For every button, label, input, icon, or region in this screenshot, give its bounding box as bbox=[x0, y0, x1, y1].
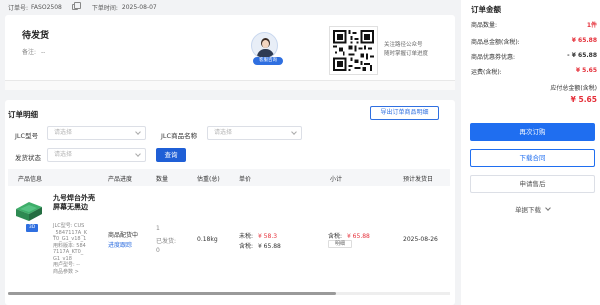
price-untaxed: 未税: ¥ 58.3 bbox=[239, 231, 277, 240]
summary-value: 1件 bbox=[586, 22, 597, 29]
product-image[interactable] bbox=[14, 197, 44, 225]
chevron-down-icon bbox=[545, 205, 551, 211]
after-sale-button[interactable]: 申请售后 bbox=[470, 175, 595, 193]
ship-status-placeholder: 请选择 bbox=[54, 151, 73, 158]
subtotal: 含税: ¥ 65.88 bbox=[328, 231, 370, 240]
copy-icon[interactable] bbox=[71, 2, 81, 10]
payable-value: ¥ 5.65 bbox=[570, 95, 597, 104]
table-header bbox=[8, 169, 450, 186]
subtotal-detail-label: 明细 bbox=[334, 241, 345, 247]
table-scrollbar[interactable] bbox=[8, 292, 450, 295]
summary-row-quantity: 商品数量: 1件 bbox=[471, 20, 597, 29]
jlc-model-placeholder: 请选择 bbox=[54, 129, 73, 136]
remark-label: 备注: bbox=[22, 49, 37, 56]
qty-shipped-label: 已发货: bbox=[156, 238, 177, 245]
status-card-footer bbox=[5, 80, 455, 90]
order-detail-title: 订单明细 bbox=[8, 110, 38, 119]
order-remark: 备注: -- bbox=[22, 47, 45, 56]
summary-value: - ¥ 65.88 bbox=[567, 52, 597, 59]
consult-service-button[interactable]: 客服咨询 bbox=[253, 57, 283, 65]
jlc-model-select[interactable]: 请选择 bbox=[47, 126, 146, 140]
quantity-value: 1 bbox=[156, 225, 160, 232]
product-meta: JLC型号: CUS _5847117A_K T0_G1_v18_1 用料版本:… bbox=[53, 223, 97, 275]
summary-row-coupon: 商品优惠券优惠: - ¥ 65.88 bbox=[471, 52, 597, 61]
reorder-button[interactable]: 再次订购 bbox=[470, 123, 595, 141]
order-time-value: 2025-08-07 bbox=[121, 3, 157, 11]
qr-caption: 关注路径公众号 随时掌握订单进度 bbox=[384, 41, 442, 59]
price-taxed-label: 含税: bbox=[239, 243, 254, 250]
remark-value: -- bbox=[40, 49, 46, 56]
status-divider bbox=[5, 80, 455, 81]
col-product-info: 产品信息 bbox=[18, 176, 43, 183]
ship-date-value: 2025-08-26 bbox=[403, 236, 438, 243]
receipt-download-dropdown[interactable]: 单据下载 bbox=[470, 201, 595, 219]
service-avatar[interactable] bbox=[251, 32, 278, 59]
subtotal-label: 含税: bbox=[328, 233, 343, 240]
download-contract-button[interactable]: 下载合同 bbox=[470, 149, 595, 167]
receipt-download-label: 单据下载 bbox=[515, 206, 541, 214]
jlc-name-label: JLC商品名称 bbox=[161, 132, 198, 140]
chevron-down-icon bbox=[135, 129, 141, 135]
qr-caption-line1: 关注路径公众号 bbox=[384, 42, 423, 48]
chevron-down-icon bbox=[291, 129, 297, 135]
col-weight: 估重(总) bbox=[197, 176, 220, 183]
jlc-name-select[interactable]: 请选择 bbox=[207, 126, 302, 140]
order-info-bar: 订单号: FASO2508 下单时间: 2025-08-07 bbox=[0, 0, 455, 14]
order-amount-title: 订单金额 bbox=[471, 5, 501, 14]
price-taxed: 含税: ¥ 65.88 bbox=[239, 241, 281, 250]
export-detail-button[interactable]: 导出订单商品明细 bbox=[370, 106, 439, 120]
summary-row-shipping: 运费(含税): ¥ 5.65 bbox=[471, 67, 597, 76]
progress-status: 商品配货中 bbox=[108, 232, 139, 239]
col-unit-price: 单价 bbox=[239, 176, 252, 183]
order-number-value: FASO2508 bbox=[31, 3, 62, 11]
ship-status-select[interactable]: 请选择 bbox=[47, 148, 146, 162]
summary-value: ¥ 5.65 bbox=[575, 67, 597, 74]
summary-row-total: 商品总金额(含税): ¥ 65.88 bbox=[471, 37, 597, 46]
summary-value: ¥ 65.88 bbox=[571, 37, 597, 44]
query-button[interactable]: 查询 bbox=[156, 148, 186, 162]
product-params-link[interactable]: 商品参数 > bbox=[53, 269, 97, 276]
col-progress: 产品进度 bbox=[108, 176, 133, 183]
payable-label: 应付总金额(含税) bbox=[550, 85, 597, 92]
summary-label: 运费(含税): bbox=[471, 69, 502, 76]
chevron-down-icon bbox=[135, 151, 141, 157]
subtotal-detail-button[interactable]: 明细 bbox=[328, 240, 352, 248]
order-number-label: 订单号: bbox=[8, 4, 29, 12]
summary-label: 商品优惠券优惠: bbox=[471, 54, 516, 61]
price-taxed-value: ¥ 65.88 bbox=[257, 243, 281, 250]
col-quantity: 数量 bbox=[156, 176, 169, 183]
qr-code bbox=[329, 26, 378, 75]
scrollbar-thumb[interactable] bbox=[8, 292, 336, 295]
col-ship-date: 预计发货日 bbox=[403, 176, 434, 183]
order-status-title: 待发货 bbox=[22, 31, 50, 41]
price-untaxed-value: ¥ 58.3 bbox=[257, 233, 278, 240]
ship-status-label: 发货状态 bbox=[15, 154, 41, 162]
jlc-model-label: JLC型号 bbox=[15, 132, 39, 140]
summary-label: 商品数量: bbox=[471, 22, 498, 29]
jlc-name-placeholder: 请选择 bbox=[214, 129, 233, 136]
product-name[interactable]: 九号焊台外壳屏幕无黑边 bbox=[53, 194, 95, 212]
summary-label: 商品总金额(含税): bbox=[471, 39, 520, 46]
qr-caption-line2: 随时掌握订单进度 bbox=[384, 51, 429, 57]
col-subtotal: 小计 bbox=[330, 176, 343, 183]
price-untaxed-label: 未税: bbox=[239, 233, 254, 240]
3d-badge[interactable]: 3D bbox=[26, 224, 38, 232]
subtotal-value: ¥ 65.88 bbox=[346, 233, 370, 240]
qty-shipped-value: 0 bbox=[156, 247, 160, 254]
progress-track-link[interactable]: 进度跟踪 bbox=[108, 240, 132, 249]
weight-value: 0.18kg bbox=[197, 236, 218, 243]
order-time-label: 下单时间: bbox=[91, 4, 118, 12]
